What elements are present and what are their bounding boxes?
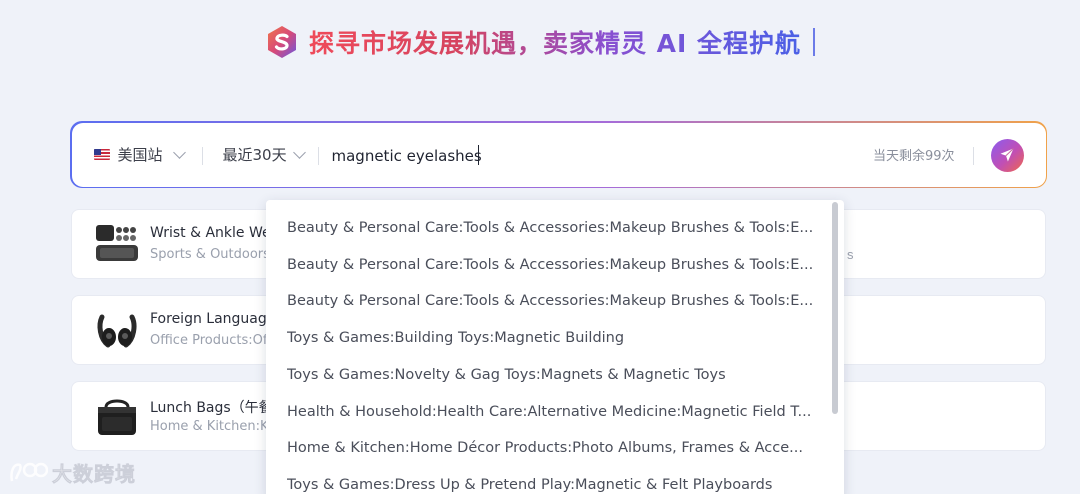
paper-plane-icon <box>1000 148 1014 162</box>
search-bar: 美国站 最近30天 当天剩余99次 <box>71 122 1046 187</box>
remaining-quota-text: 当天剩余99次 <box>872 149 955 164</box>
product-title: Lunch Bags（午餐 <box>150 400 273 416</box>
suggestion-item[interactable]: Toys & Games:Building Toys:Magnetic Buil… <box>287 320 827 357</box>
earbuds-product-image <box>97 314 137 348</box>
send-button[interactable] <box>990 138 1024 172</box>
divider <box>317 146 319 165</box>
suggestion-item[interactable]: Toys & Games:Novelty & Gag Toys:Magnets … <box>287 357 827 394</box>
lunch-bag-product-image <box>98 399 136 435</box>
watermark: 大数跨境 <box>8 458 136 487</box>
watermark-logo-icon <box>10 462 48 481</box>
site-select[interactable]: 美国站 <box>93 123 186 187</box>
text-caret <box>477 144 479 165</box>
suggestion-item[interactable]: Toys & Games:Dress Up & Pretend Play:Mag… <box>287 467 827 494</box>
chevron-down-icon <box>172 145 186 159</box>
s-logo-icon <box>267 26 296 58</box>
product-category: Sports & Outdoors <box>150 247 270 262</box>
suggestion-item[interactable]: Beauty & Personal Care:Tools & Accessori… <box>287 210 827 247</box>
keyword-search-input[interactable] <box>331 142 852 169</box>
suggestion-item[interactable]: Home & Kitchen:Home Décor Products:Photo… <box>287 430 827 467</box>
divider <box>201 146 203 165</box>
divider <box>972 146 974 165</box>
wrist-weights-product-image <box>96 225 138 261</box>
suggestion-item[interactable]: Beauty & Personal Care:Tools & Accessori… <box>287 283 827 320</box>
dropdown-scrollbar[interactable] <box>832 202 838 414</box>
title-caret <box>813 28 816 56</box>
page-header: 探寻市场发展机遇，卖家精灵 AI 全程护航 <box>0 20 1080 64</box>
product-title: Foreign Language <box>150 311 276 327</box>
category-suggestions-dropdown: Beauty & Personal Care:Tools & Accessori… <box>266 200 844 494</box>
product-category-tail: s <box>847 247 854 262</box>
search-bar-container: 美国站 最近30天 当天剩余99次 <box>70 121 1047 188</box>
product-category: Office Products:Ofi <box>150 333 272 348</box>
product-category: Home & Kitchen:K <box>150 419 269 434</box>
chevron-down-icon <box>292 145 306 159</box>
suggestion-item[interactable]: Beauty & Personal Care:Tools & Accessori… <box>287 247 827 284</box>
date-range-label: 最近30天 <box>222 146 287 164</box>
us-flag-icon <box>93 149 110 160</box>
site-select-label: 美国站 <box>117 146 163 164</box>
suggestion-item[interactable]: Health & Household:Health Care:Alternati… <box>287 394 827 431</box>
product-title: Wrist & Ankle We <box>150 225 271 241</box>
date-range-select[interactable]: 最近30天 <box>222 123 306 187</box>
watermark-text: 大数跨境 <box>52 462 136 487</box>
page-title: 探寻市场发展机遇，卖家精灵 AI 全程护航 <box>309 24 801 60</box>
